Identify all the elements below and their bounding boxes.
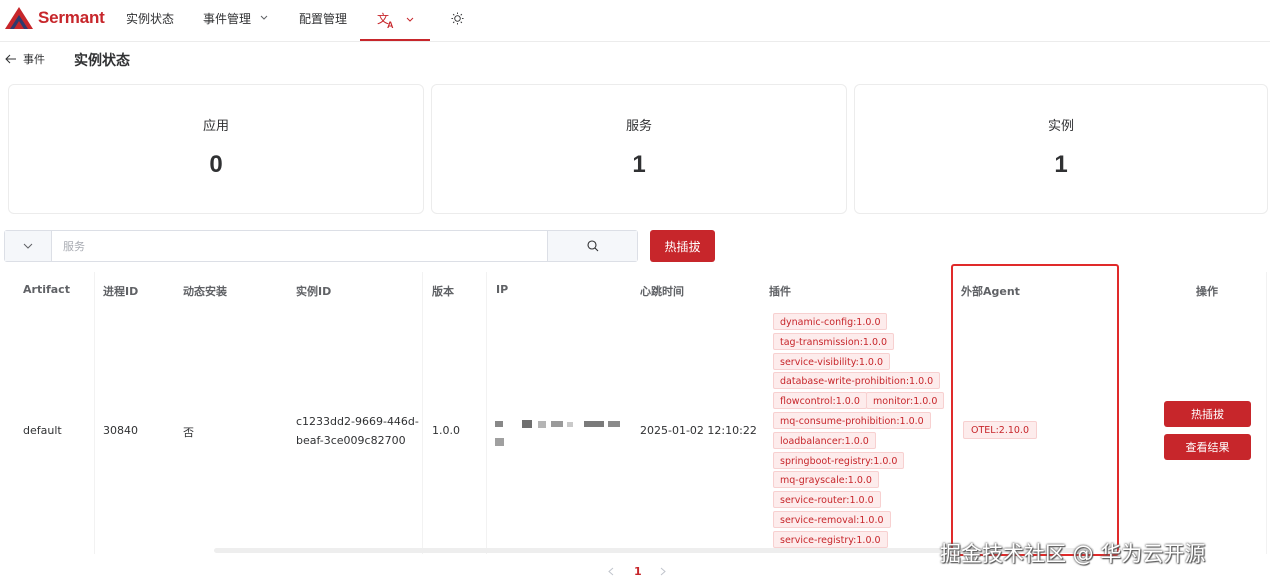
stat-value: 1 [632,151,646,178]
hot-plug-button[interactable]: 热插拔 [650,230,715,262]
prev-page-button[interactable] [608,566,614,579]
cell-version: 1.0.0 [432,424,460,437]
th-pid: 进程ID [103,285,139,298]
search-icon [586,240,598,252]
search-group [4,230,638,262]
plugin-tag: loadbalancer:1.0.0 [773,432,876,449]
logo-text: Sermant [38,8,105,27]
search-button[interactable] [547,231,637,261]
sermant-logo[interactable]: Sermant [4,5,105,31]
stat-value: 0 [209,151,223,178]
column-divider [422,272,423,554]
th-artifact: Artifact [23,283,70,296]
back-link[interactable]: 事件 [5,50,45,68]
stat-value: 1 [1054,151,1068,178]
sermant-logo-icon [5,7,33,29]
watermark-text: 掘金技术社区 @ 华为云开源 [940,542,1206,566]
plugin-tag: mq-grayscale:1.0.0 [773,471,879,488]
next-page-button[interactable] [660,566,666,579]
stat-card-applications: 应用 0 [8,84,424,214]
cell-instance-id-line1: c1233dd2-9669-446d- [296,415,419,428]
plugin-tag: monitor:1.0.0 [866,392,945,409]
row-hot-plug-button[interactable]: 热插拔 [1164,401,1251,427]
plugin-tag: service-visibility:1.0.0 [773,353,891,370]
cell-artifact: default [23,424,62,437]
stat-label: 实例 [1047,119,1074,134]
svg-text:A: A [387,20,394,29]
plugin-tag: dynamic-config:1.0.0 [773,313,888,330]
nav-label: 实例状态 [126,11,175,26]
th-actions: 操作 [1196,285,1218,298]
stat-label: 服务 [625,119,652,134]
external-agent-highlight [951,264,1119,556]
cell-heartbeat: 2025-01-02 12:10:22 [640,424,757,437]
th-ip: IP [496,283,509,296]
th-version: 版本 [432,285,454,298]
column-divider [94,272,95,554]
plugin-tag: flowcontrol:1.0.0 [773,392,867,409]
plugin-tag: mq-consume-prohibition:1.0.0 [773,412,931,429]
stat-label: 应用 [202,119,229,134]
plugin-tag: service-removal:1.0.0 [773,511,891,528]
plugin-tag: database-write-prohibition:1.0.0 [773,372,941,389]
chevron-down-icon [23,243,33,249]
stat-card-instances: 实例 1 [854,84,1268,214]
chevron-down-icon [406,17,413,22]
plugin-tag: tag-transmission:1.0.0 [773,333,895,350]
th-heartbeat: 心跳时间 [640,285,684,298]
stat-card-services: 服务 1 [431,84,847,214]
theme-toggle[interactable] [451,0,464,36]
arrow-left-icon [5,54,16,64]
th-instance-id: 实例ID [296,285,332,298]
nav-config-management[interactable]: 配置管理 [299,0,347,36]
cell-pid: 30840 [103,424,138,437]
back-label: 事件 [23,53,45,66]
chevron-left-icon [608,567,614,576]
cell-instance-id-line2: beaf-3ce009c82700 [296,434,406,447]
th-dynamic-install: 动态安装 [183,285,227,298]
plugin-tag: service-router:1.0.0 [773,491,881,508]
page-title: 实例状态 [74,53,130,69]
nav-label: 配置管理 [299,11,348,26]
sun-icon [451,11,464,25]
nav-event-management[interactable]: 事件管理 [203,0,268,36]
plugin-tag: service-registry:1.0.0 [773,531,888,548]
language-switcher[interactable]: 文 A [360,0,430,41]
plugin-tag: springboot-registry:1.0.0 [773,452,905,469]
search-input[interactable] [53,231,547,261]
cell-dynamic-install: 否 [183,426,194,439]
nav-label: 事件管理 [203,11,252,26]
chevron-down-icon [260,15,268,20]
th-plugins: 插件 [769,285,791,298]
translate-icon: 文 A [377,11,394,29]
column-divider [486,272,487,554]
chevron-right-icon [660,567,666,576]
view-result-button[interactable]: 查看结果 [1164,434,1251,460]
page-number-current[interactable]: 1 [634,565,642,578]
top-navbar: Sermant 实例状态 事件管理 配置管理 文 A [0,0,1270,42]
column-divider [1266,272,1267,554]
nav-instance-status[interactable]: 实例状态 [126,0,174,36]
search-type-dropdown[interactable] [5,231,52,261]
